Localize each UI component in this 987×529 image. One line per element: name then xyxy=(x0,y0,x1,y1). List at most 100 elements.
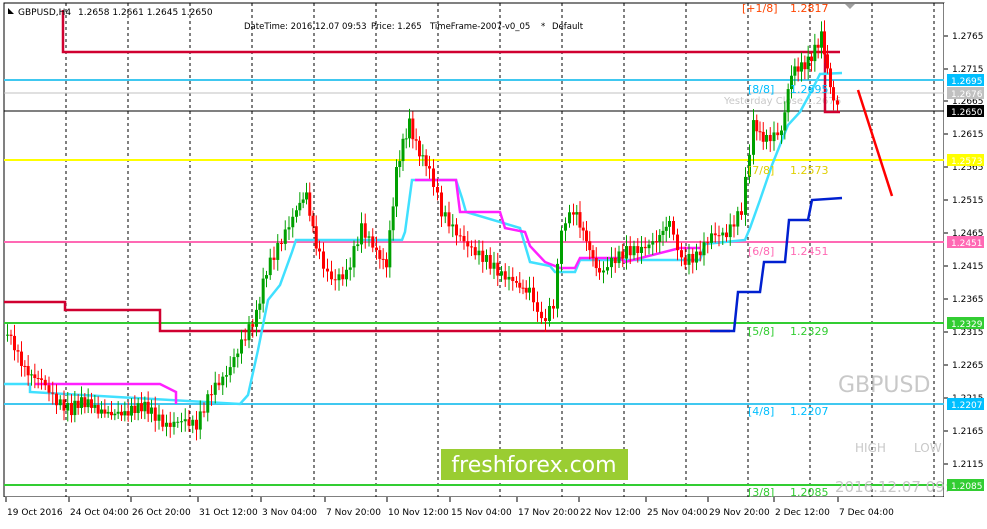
candle-body xyxy=(740,211,743,215)
candle-body xyxy=(702,242,706,256)
candle-body xyxy=(93,404,97,408)
price-tick-label: 1.2765 xyxy=(952,32,984,42)
candle-body xyxy=(556,263,559,309)
brand-text[interactable]: freshforex.com xyxy=(451,453,616,478)
candle-body xyxy=(378,250,382,259)
candle-body xyxy=(305,192,308,200)
candle-body xyxy=(62,399,66,411)
candle-body xyxy=(575,212,579,215)
price-badge-label: 1.2573 xyxy=(951,157,983,167)
price-chart[interactable]: GBPUSD HIGH LOW 2016.12.07 09: Yesterday… xyxy=(0,0,987,525)
candle-body xyxy=(363,223,367,238)
candle-body xyxy=(500,271,503,276)
candle-body xyxy=(524,287,528,293)
candle-body xyxy=(628,246,632,256)
candle-body xyxy=(280,242,283,244)
candle-body xyxy=(528,287,531,293)
candle-body xyxy=(322,251,325,269)
candle-body xyxy=(153,407,157,421)
candle-body xyxy=(283,229,287,244)
candle-body xyxy=(70,402,73,416)
candle-body xyxy=(318,248,321,252)
candle-body xyxy=(752,120,755,155)
candle-body xyxy=(225,375,228,377)
candle-body xyxy=(391,206,395,231)
candle-body xyxy=(511,276,515,282)
candle-body xyxy=(613,257,617,264)
candle-body xyxy=(206,394,210,413)
price-badge-label: 1.2085 xyxy=(951,482,983,492)
info-timeframe: TimeFrame-2007-v0_05 xyxy=(429,22,530,32)
candle-body xyxy=(544,318,547,322)
candle-body xyxy=(232,357,236,368)
candle-body xyxy=(51,392,55,394)
candle-body xyxy=(191,419,195,426)
candle-body xyxy=(371,236,375,248)
candle-body xyxy=(610,257,613,268)
candle-body xyxy=(655,241,658,243)
price-badge-label: 1.2650 xyxy=(951,108,983,118)
candle-body xyxy=(126,411,130,416)
candle-body xyxy=(829,68,832,88)
candle-body xyxy=(606,267,609,271)
candle-body xyxy=(710,233,713,243)
candle-body xyxy=(424,155,428,167)
candle-body xyxy=(202,411,206,413)
candle-body xyxy=(36,378,40,380)
candle-body xyxy=(198,411,202,430)
price-tick-label: 1.2615 xyxy=(952,130,984,140)
candle-body xyxy=(768,134,772,142)
candle-body xyxy=(625,246,628,259)
candle-body xyxy=(581,227,585,231)
candle-body xyxy=(146,401,150,414)
price-tick-label: 1.2265 xyxy=(952,361,984,371)
candle-body xyxy=(447,212,451,227)
candle-body xyxy=(411,118,415,140)
candle-body xyxy=(213,382,217,395)
candle-body xyxy=(100,409,103,414)
candle-body xyxy=(16,350,20,352)
candle-body xyxy=(826,54,829,69)
candle-body xyxy=(706,242,710,244)
info-default: Default xyxy=(552,22,584,32)
info-datetime: DateTime: 2016.12.07 09:53 xyxy=(244,22,367,32)
candle-body xyxy=(418,140,421,157)
candle-body xyxy=(598,268,601,273)
candle-body xyxy=(647,244,651,249)
candle-body xyxy=(210,394,213,396)
candle-body xyxy=(820,31,823,48)
candle-body xyxy=(428,166,431,169)
time-label: 31 Oct 12:00 xyxy=(199,508,258,518)
candle-body xyxy=(86,399,90,408)
candle-body xyxy=(783,112,787,131)
candle-body xyxy=(806,56,810,70)
candle-body xyxy=(116,411,120,414)
time-label: 26 Oct 20:00 xyxy=(132,508,191,518)
candle-body xyxy=(440,192,443,217)
candle-body xyxy=(268,257,272,276)
symbol-timeframe: GBPUSD,H4 xyxy=(18,8,71,18)
candle-body xyxy=(80,397,83,408)
candle-body xyxy=(485,255,488,262)
candle-body xyxy=(255,309,258,327)
candle-body xyxy=(548,305,551,322)
candle-body xyxy=(640,246,643,253)
candle-body xyxy=(76,400,80,408)
candle-body xyxy=(345,269,348,280)
murrey-value: 1.2573 xyxy=(790,164,829,177)
candle-body xyxy=(458,235,462,237)
candle-body xyxy=(314,226,318,249)
chart-window[interactable]: GBPUSD HIGH LOW 2016.12.07 09: Yesterday… xyxy=(0,0,987,525)
murrey-tag: [7/8] xyxy=(748,164,774,177)
time-label: 10 Nov 12:00 xyxy=(388,508,449,518)
murrey-tag: [+1/8] xyxy=(742,2,778,15)
candle-body xyxy=(187,419,191,426)
candle-body xyxy=(168,422,172,427)
yesterday-close-label: Yesterday Close 1.2676 xyxy=(723,96,841,107)
candle-body xyxy=(337,274,341,281)
price-tick-label: 1.2515 xyxy=(952,196,984,206)
candle-body xyxy=(375,247,378,251)
candle-body xyxy=(552,305,555,309)
candle-body xyxy=(810,56,813,62)
candle-body xyxy=(352,246,356,268)
